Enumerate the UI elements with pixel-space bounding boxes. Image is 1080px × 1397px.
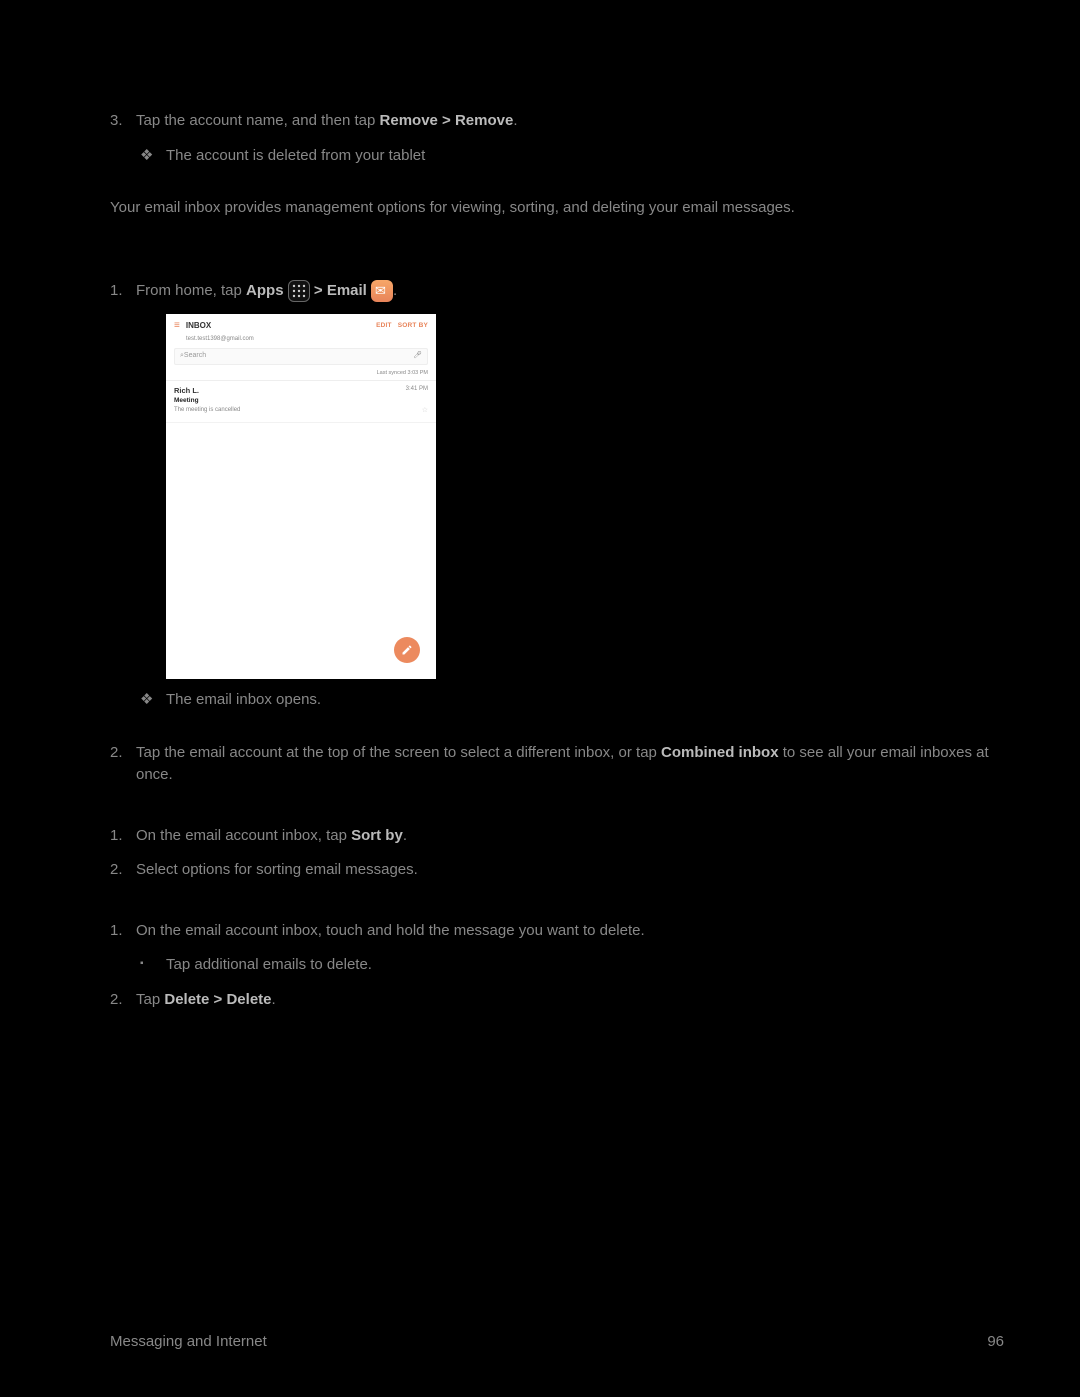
hamburger-icon[interactable]: ≡ <box>174 318 180 333</box>
email-sender: Rich L. <box>174 385 199 396</box>
view-inbox-step2: Tap the email account at the top of the … <box>136 742 1004 787</box>
search-input[interactable]: ⌕ Search 🎤︎ <box>174 348 428 365</box>
step-3-result: The account is deleted from your tablet <box>166 145 425 168</box>
list-number: 1. <box>110 825 136 848</box>
compose-button[interactable] <box>394 637 420 663</box>
inbox-screenshot: ≡ INBOX EDIT SORT BY test.test1398@gmail… <box>166 314 436 679</box>
step-3: 3. Tap the account name, and then tap Re… <box>110 110 1004 167</box>
email-subject: Meeting <box>174 396 428 406</box>
search-placeholder: Search <box>184 351 206 362</box>
edit-button[interactable]: EDIT <box>376 321 392 331</box>
sync-status: Last synced 3:03 PM <box>166 369 436 381</box>
screenshot-header: ≡ INBOX EDIT SORT BY <box>166 314 436 335</box>
diamond-bullet-icon: ❖ <box>140 689 166 712</box>
step-3-text: Tap the account name, and then tap Remov… <box>136 110 1004 133</box>
delete-step1: On the email account inbox, touch and ho… <box>136 920 1004 943</box>
list-number: 2. <box>110 742 136 787</box>
view-inbox-step1: From home, tap Apps > Email . <box>136 280 1004 303</box>
intro-paragraph: Your email inbox provides management opt… <box>110 197 1004 220</box>
email-preview: The meeting is cancelled <box>174 406 240 417</box>
sortby-button[interactable]: SORT BY <box>398 321 428 331</box>
delete-substep: Tap additional emails to delete. <box>166 954 372 977</box>
view-inbox-section: 1. From home, tap Apps > Email . ≡ INBOX… <box>110 280 1004 787</box>
sort-step1: On the email account inbox, tap Sort by. <box>136 825 1004 848</box>
section-title: Messaging and Internet <box>110 1331 267 1354</box>
list-number: 2. <box>110 989 136 1012</box>
sort-section: 1. On the email account inbox, tap Sort … <box>110 825 1004 882</box>
email-time: 3:41 PM <box>406 385 428 396</box>
page-number: 96 <box>987 1331 1004 1354</box>
star-icon[interactable]: ☆ <box>422 406 428 417</box>
list-number: 1. <box>110 280 136 303</box>
list-number: 3. <box>110 110 136 133</box>
delete-section: 1. On the email account inbox, touch and… <box>110 920 1004 1012</box>
inbox-title[interactable]: INBOX <box>186 320 370 332</box>
page-footer: Messaging and Internet 96 <box>110 1331 1004 1354</box>
inbox-opens-text: The email inbox opens. <box>166 689 321 712</box>
account-label: test.test1398@gmail.com <box>166 335 436 348</box>
list-number: 1. <box>110 920 136 943</box>
mic-icon[interactable]: 🎤︎ <box>413 351 422 362</box>
diamond-bullet-icon: ❖ <box>140 145 166 168</box>
delete-step2: Tap Delete > Delete. <box>136 989 1004 1012</box>
email-item[interactable]: Rich L. 3:41 PM Meeting The meeting is c… <box>166 381 436 424</box>
email-icon <box>371 280 393 302</box>
square-bullet-icon: ▪ <box>140 954 166 977</box>
list-number: 2. <box>110 859 136 882</box>
apps-icon <box>288 280 310 302</box>
sort-step2: Select options for sorting email message… <box>136 859 1004 882</box>
